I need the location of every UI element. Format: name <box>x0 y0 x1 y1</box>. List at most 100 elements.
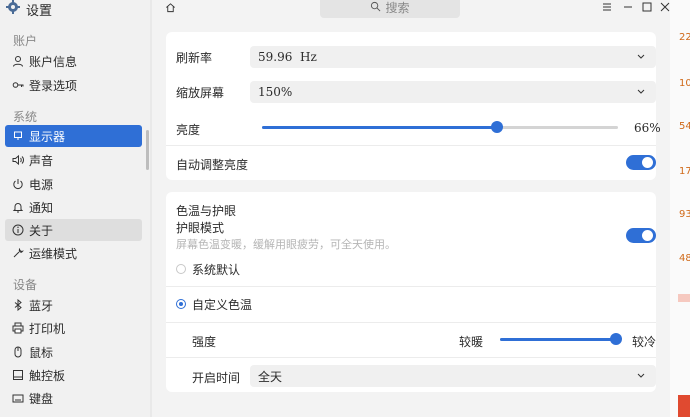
key-icon <box>9 79 27 91</box>
sidebar-item-label: 打印机 <box>29 321 66 336</box>
menu-icon[interactable] <box>602 1 612 15</box>
display-card: 刷新率 59.96 Hz 缩放屏幕 150% 亮度 66% 自动调整亮度 <box>166 32 661 180</box>
slider-fill <box>262 126 497 129</box>
tool-icon <box>9 247 27 259</box>
monitor-icon <box>9 130 27 142</box>
eye-mode-desc: 屏幕色温变暖，缓解用眼疲劳，可全天使用。 <box>176 238 396 251</box>
close-icon[interactable] <box>660 1 670 15</box>
strength-label: 强度 <box>192 335 217 349</box>
slider-fill <box>500 338 616 341</box>
section-account: 账户 <box>13 34 38 48</box>
option-system-default-label: 系统默认 <box>192 263 241 277</box>
sidebar-item-keyboard[interactable]: 键盘 <box>5 387 142 409</box>
search-icon <box>370 1 381 15</box>
toggle-knob <box>642 157 653 168</box>
sidebar-scrollbar[interactable] <box>146 130 149 170</box>
sidebar-item-label: 关于 <box>29 223 54 238</box>
strip-number: 10 <box>679 78 690 89</box>
sidebar-item-mouse[interactable]: 鼠标 <box>5 341 142 363</box>
sidebar-item-login-options[interactable]: 登录选项 <box>5 74 142 96</box>
sidebar-item-sound[interactable]: 声音 <box>5 149 142 171</box>
sidebar-item-account-info[interactable]: 账户信息 <box>5 50 142 72</box>
slider-thumb[interactable] <box>610 333 622 345</box>
home-icon[interactable] <box>165 2 176 16</box>
keyboard-icon <box>9 392 27 404</box>
refresh-rate-select[interactable]: 59.96 Hz <box>250 46 656 68</box>
brightness-value: 66% <box>634 121 661 135</box>
sidebar-item-label: 显示器 <box>29 129 66 144</box>
scale-select[interactable]: 150% <box>250 81 656 103</box>
info-icon <box>9 224 27 236</box>
sidebar-item-label: 声音 <box>29 153 54 168</box>
power-icon <box>9 178 27 190</box>
minimize-icon[interactable] <box>623 1 633 15</box>
sidebar-item-label: 账户信息 <box>29 54 78 69</box>
radio-custom-temp[interactable] <box>176 299 186 309</box>
toggle-knob <box>642 230 653 241</box>
section-title: 色温与护眼 <box>176 204 237 218</box>
refresh-rate-value: 59.96 Hz <box>258 50 317 64</box>
strip-bar <box>678 294 690 302</box>
chevron-down-icon <box>636 50 646 64</box>
sidebar-item-display[interactable]: 显示器 <box>5 125 142 147</box>
maximize-icon[interactable] <box>642 1 652 15</box>
topbar: 搜索 <box>152 0 670 20</box>
sidebar-item-notification[interactable]: 通知 <box>5 196 142 218</box>
sidebar-item-label: 登录选项 <box>29 78 78 93</box>
scale-label: 缩放屏幕 <box>176 86 225 100</box>
schedule-select[interactable]: 全天 <box>250 365 656 387</box>
search-input[interactable]: 搜索 <box>320 0 460 18</box>
sidebar-item-label: 键盘 <box>29 391 54 406</box>
section-device: 设备 <box>13 278 38 292</box>
sidebar-item-maintenance-mode[interactable]: 运维模式 <box>5 242 142 264</box>
schedule-value: 全天 <box>258 369 283 384</box>
sidebar-item-label: 通知 <box>29 200 54 215</box>
sidebar-item-label: 触控板 <box>29 368 66 383</box>
sidebar-item-label: 运维模式 <box>29 246 78 261</box>
bell-icon <box>9 201 27 213</box>
app-title-row: 设置 <box>6 0 53 19</box>
slider-thumb[interactable] <box>490 121 503 133</box>
strip-number: 54 <box>679 121 690 132</box>
search-placeholder: 搜索 <box>385 1 410 15</box>
scale-value: 150% <box>258 85 293 99</box>
radio-system-default[interactable] <box>176 264 186 274</box>
sidebar: 设置 账户 账户信息 登录选项 系统 显示器 声音 电源 通知 关于 运维模式 … <box>0 0 150 417</box>
section-system: 系统 <box>13 110 38 124</box>
strip-red-block <box>678 395 690 417</box>
touchpad-icon <box>9 369 27 381</box>
strip-number: 93 <box>679 209 690 220</box>
strip-number: 489 <box>679 253 690 264</box>
printer-icon <box>9 322 27 334</box>
strength-min-label: 较暖 <box>459 335 484 349</box>
sidebar-item-bluetooth[interactable]: 蓝牙 <box>5 294 142 316</box>
auto-brightness-toggle[interactable] <box>626 155 656 170</box>
sidebar-item-power[interactable]: 电源 <box>5 173 142 195</box>
sidebar-item-printer[interactable]: 打印机 <box>5 317 142 339</box>
divider <box>166 357 656 358</box>
brightness-slider[interactable] <box>262 121 618 133</box>
refresh-rate-label: 刷新率 <box>176 51 213 65</box>
main-panel: 搜索 刷新率 59.96 Hz 缩放屏幕 150% 亮度 66% 自动调整亮度 … <box>152 0 674 417</box>
divider <box>166 322 656 323</box>
schedule-label: 开启时间 <box>192 371 241 385</box>
chevron-down-icon <box>636 369 646 383</box>
gear-icon <box>6 0 20 18</box>
chevron-down-icon <box>636 85 646 99</box>
strength-max-label: 较冷 <box>632 335 657 349</box>
brightness-label: 亮度 <box>176 123 201 137</box>
eye-mode-toggle[interactable] <box>626 228 656 243</box>
color-temp-card: 色温与护眼 护眼模式 屏幕色温变暖，缓解用眼疲劳，可全天使用。 系统默认 自定义… <box>166 192 656 392</box>
person-icon <box>9 55 27 67</box>
strength-slider[interactable] <box>500 333 622 345</box>
app-title: 设置 <box>26 3 53 19</box>
eye-mode-label: 护眼模式 <box>176 221 225 235</box>
bluetooth-icon <box>9 299 27 311</box>
strip-number: 171 <box>679 166 690 177</box>
sidebar-item-label: 蓝牙 <box>29 298 54 313</box>
divider <box>166 145 656 146</box>
speaker-icon <box>9 154 27 166</box>
sidebar-item-about[interactable]: 关于 <box>5 219 142 241</box>
sidebar-item-touchpad[interactable]: 触控板 <box>5 364 142 386</box>
option-custom-temp-label: 自定义色温 <box>192 298 253 312</box>
